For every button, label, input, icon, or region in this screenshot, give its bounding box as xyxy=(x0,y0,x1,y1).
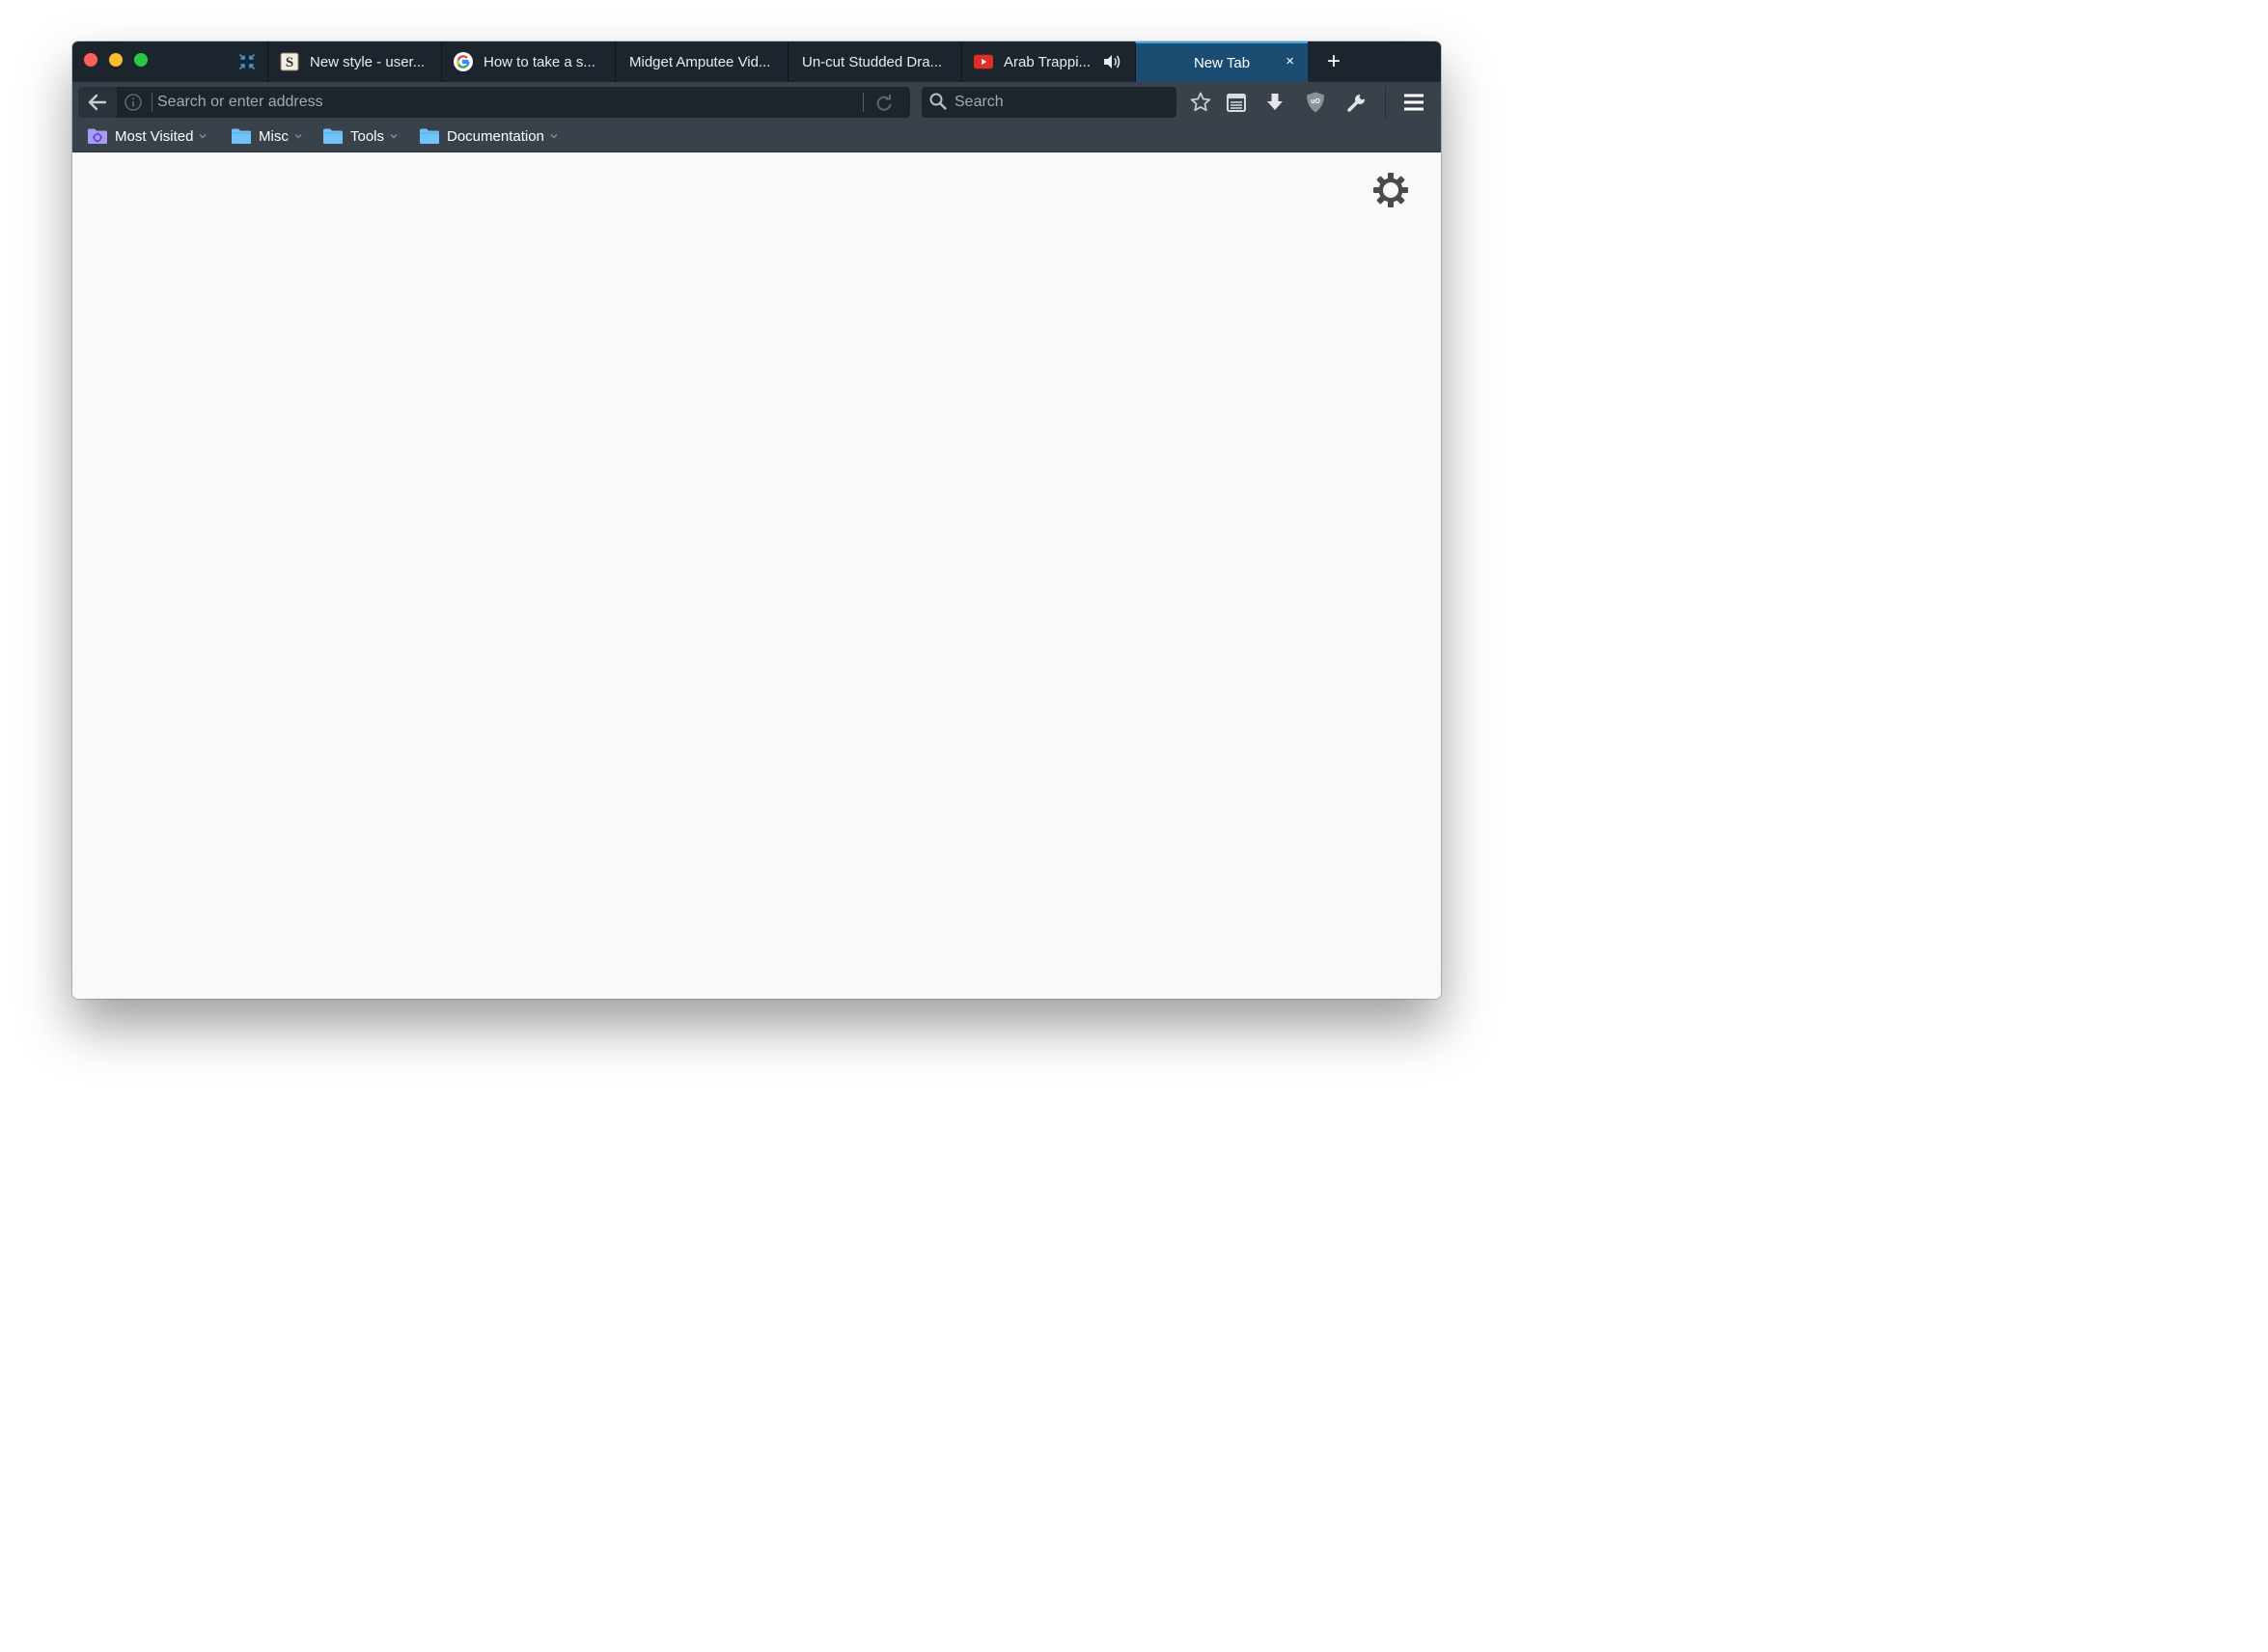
bookmark-label: Misc xyxy=(259,127,289,145)
bookmark-folder-documentation[interactable]: Documentation xyxy=(419,124,558,148)
search-icon xyxy=(929,93,947,110)
most-visited-folder-icon xyxy=(88,128,107,144)
tab-uncut-studded[interactable]: Un-cut Studded Dra... xyxy=(788,41,961,82)
tab-title: New style - user... xyxy=(310,53,426,70)
chevron-down-icon xyxy=(294,134,302,139)
google-g-icon xyxy=(454,52,473,71)
bookmark-label: Documentation xyxy=(447,127,544,145)
toolbar-divider xyxy=(1385,86,1386,119)
chevron-down-icon xyxy=(550,134,558,139)
bookmark-star-button[interactable] xyxy=(1189,91,1212,114)
bookmarks-toolbar: Most Visited Misc Tools Documentation xyxy=(72,123,1441,152)
window-maximize-button[interactable] xyxy=(134,53,148,67)
browser-window: S New style - user... How to take a s...… xyxy=(72,41,1441,999)
tab-title: Arab Trappi... xyxy=(1004,53,1092,70)
svg-text:uO: uO xyxy=(1311,98,1320,105)
reader-list-button[interactable] xyxy=(1225,91,1248,114)
chevron-down-icon xyxy=(199,134,207,139)
ublock-shield-icon: uO xyxy=(1307,92,1324,113)
download-arrow-icon xyxy=(1267,94,1283,110)
bookmark-folder-most-visited[interactable]: Most Visited xyxy=(87,124,207,148)
new-tab-button[interactable]: + xyxy=(1319,47,1348,76)
folder-icon xyxy=(420,128,439,144)
developer-tools-button[interactable] xyxy=(1345,91,1369,114)
tab-strip: S New style - user... How to take a s...… xyxy=(72,41,1441,82)
tab-close-icon[interactable]: × xyxy=(1286,53,1294,69)
url-bar[interactable] xyxy=(117,87,910,118)
chevron-down-icon xyxy=(390,134,398,139)
back-arrow-icon xyxy=(88,94,107,111)
bookmark-folder-misc[interactable]: Misc xyxy=(231,124,302,148)
bookmark-star-icon xyxy=(1190,92,1211,112)
tab-title: Midget Amputee Vid... xyxy=(629,53,771,70)
tab-title: Un-cut Studded Dra... xyxy=(802,53,943,70)
tab-new-tab[interactable]: New Tab × xyxy=(1135,41,1308,82)
tab-how-to-take[interactable]: How to take a s... xyxy=(441,41,615,82)
ublock-button[interactable]: uO xyxy=(1304,91,1327,114)
main-menu-button[interactable] xyxy=(1402,91,1425,114)
search-input[interactable] xyxy=(954,87,1167,118)
tab-title: How to take a s... xyxy=(484,53,595,70)
bookmark-label: Most Visited xyxy=(115,127,194,145)
window-close-button[interactable] xyxy=(84,53,97,67)
pinned-tab[interactable] xyxy=(227,41,267,82)
compress-arrows-icon xyxy=(239,54,255,69)
url-bar-divider xyxy=(863,93,864,112)
hamburger-menu-icon xyxy=(1404,94,1424,111)
svg-text:S: S xyxy=(286,55,293,70)
bookmark-label: Tools xyxy=(350,127,385,145)
downloads-button[interactable] xyxy=(1263,91,1286,114)
tab-arab-trapping[interactable]: Arab Trappi... xyxy=(961,41,1135,82)
url-input[interactable] xyxy=(157,87,852,118)
wrench-icon xyxy=(1347,94,1366,112)
tab-midget-amputee[interactable]: Midget Amputee Vid... xyxy=(615,41,788,82)
bookmark-folder-tools[interactable]: Tools xyxy=(322,124,398,148)
back-button[interactable] xyxy=(78,87,117,118)
reload-icon[interactable] xyxy=(873,93,895,114)
search-bar[interactable] xyxy=(922,87,1176,118)
userstyles-s-icon: S xyxy=(280,52,299,71)
folder-icon xyxy=(232,128,251,144)
window-minimize-button[interactable] xyxy=(109,53,123,67)
tab-title: New Tab xyxy=(1193,54,1251,71)
tab-new-style[interactable]: S New style - user... xyxy=(267,41,441,82)
new-tab-page xyxy=(72,152,1441,999)
youtube-play-icon xyxy=(974,52,993,71)
navigation-toolbar: uO xyxy=(72,82,1441,123)
gear-icon[interactable] xyxy=(1372,172,1409,208)
reader-list-icon xyxy=(1227,94,1246,112)
speaker-audio-icon[interactable] xyxy=(1102,53,1121,70)
info-icon[interactable] xyxy=(124,94,142,111)
folder-icon xyxy=(323,128,343,144)
